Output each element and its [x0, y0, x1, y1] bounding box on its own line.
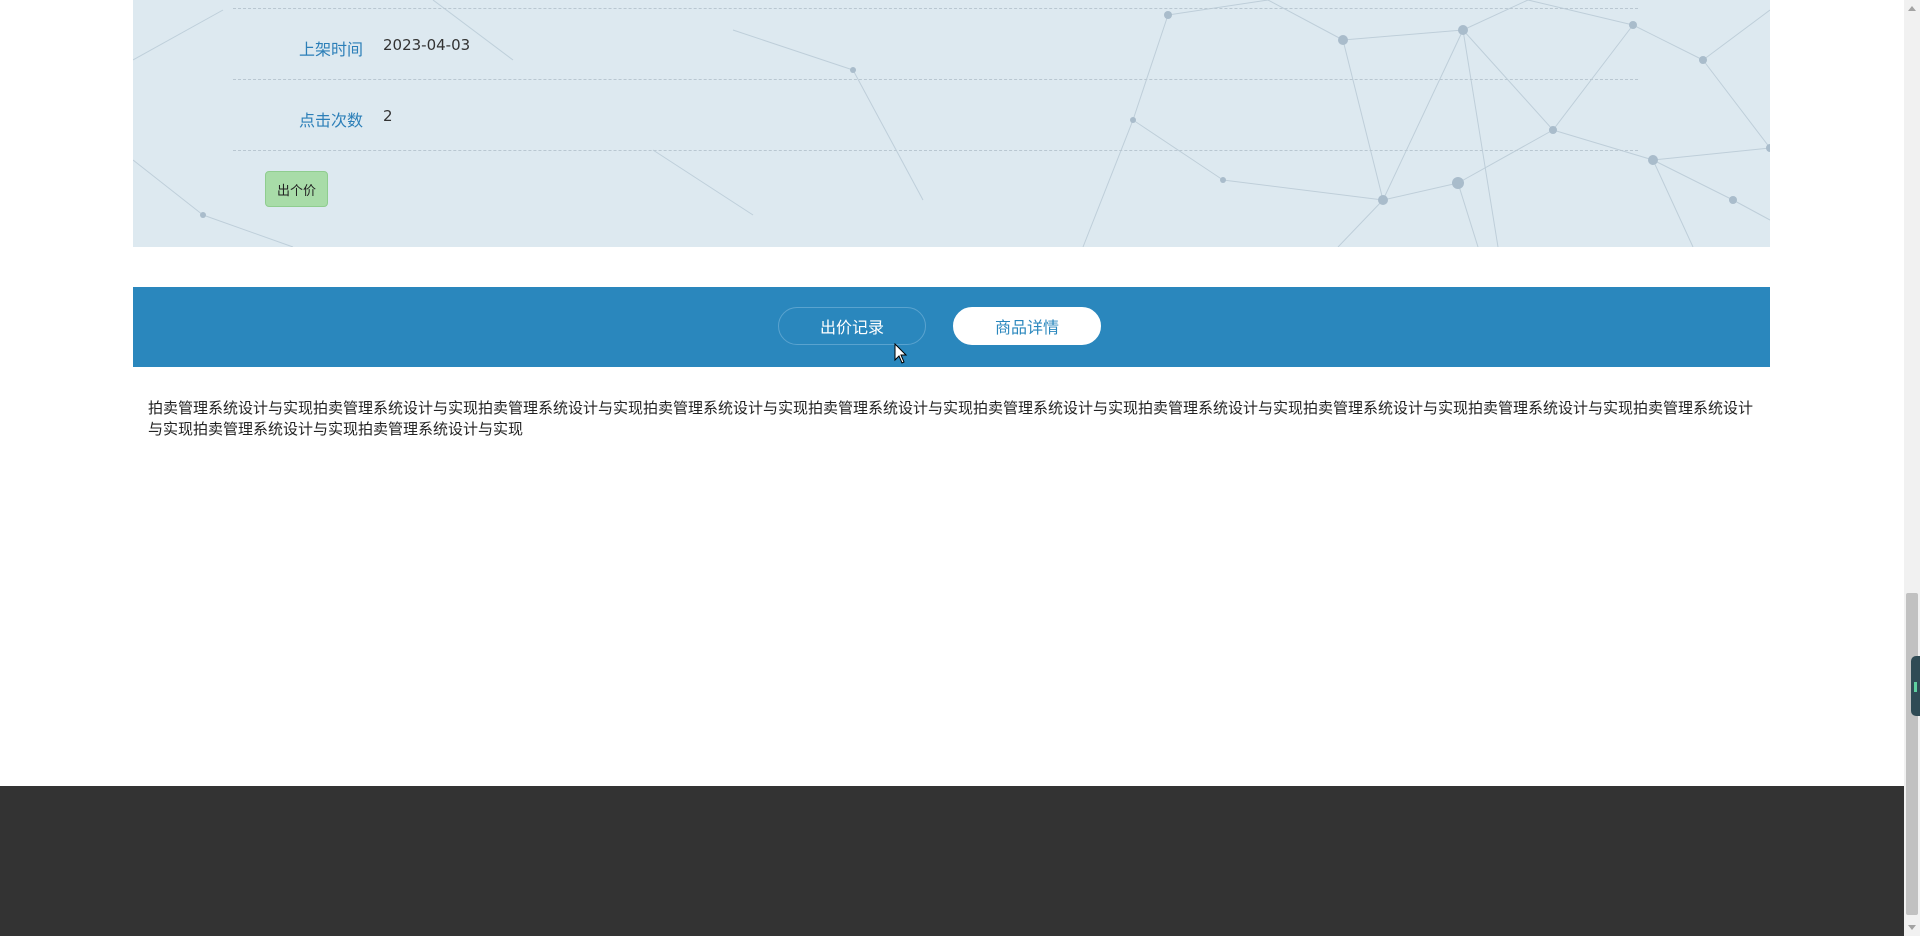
page: 上架时间 2023-04-03 点击次数 2 出个价 出价记录 商品详情 拍卖管…	[0, 0, 1920, 936]
click-count-label: 点击次数	[298, 111, 363, 130]
click-count-value: 2	[383, 107, 393, 125]
info-row-listing-time: 上架时间 2023-04-03	[233, 9, 1638, 80]
product-info-panel: 上架时间 2023-04-03 点击次数 2 出个价	[133, 0, 1770, 247]
scroll-down-icon[interactable]	[1908, 925, 1916, 930]
scroll-thumb[interactable]	[1906, 593, 1918, 915]
tab-bid-records[interactable]: 出价记录	[778, 307, 926, 345]
tab-bar: 出价记录 商品详情	[133, 287, 1770, 367]
info-row-top-divider	[233, 0, 1638, 9]
vertical-scrollbar[interactable]	[1904, 0, 1920, 936]
footer	[0, 786, 1904, 936]
listing-time-value: 2023-04-03	[383, 36, 471, 54]
listing-time-label: 上架时间	[298, 40, 363, 59]
mouse-pointer-icon	[894, 343, 908, 364]
product-detail-content: 拍卖管理系统设计与实现拍卖管理系统设计与实现拍卖管理系统设计与实现拍卖管理系统设…	[148, 399, 1754, 438]
info-row-click-count: 点击次数 2	[233, 80, 1638, 151]
place-bid-button[interactable]: 出个价	[265, 171, 328, 207]
side-widget-icon[interactable]	[1911, 656, 1920, 716]
tab-product-detail[interactable]: 商品详情	[953, 307, 1101, 345]
scroll-up-icon[interactable]	[1908, 6, 1916, 11]
